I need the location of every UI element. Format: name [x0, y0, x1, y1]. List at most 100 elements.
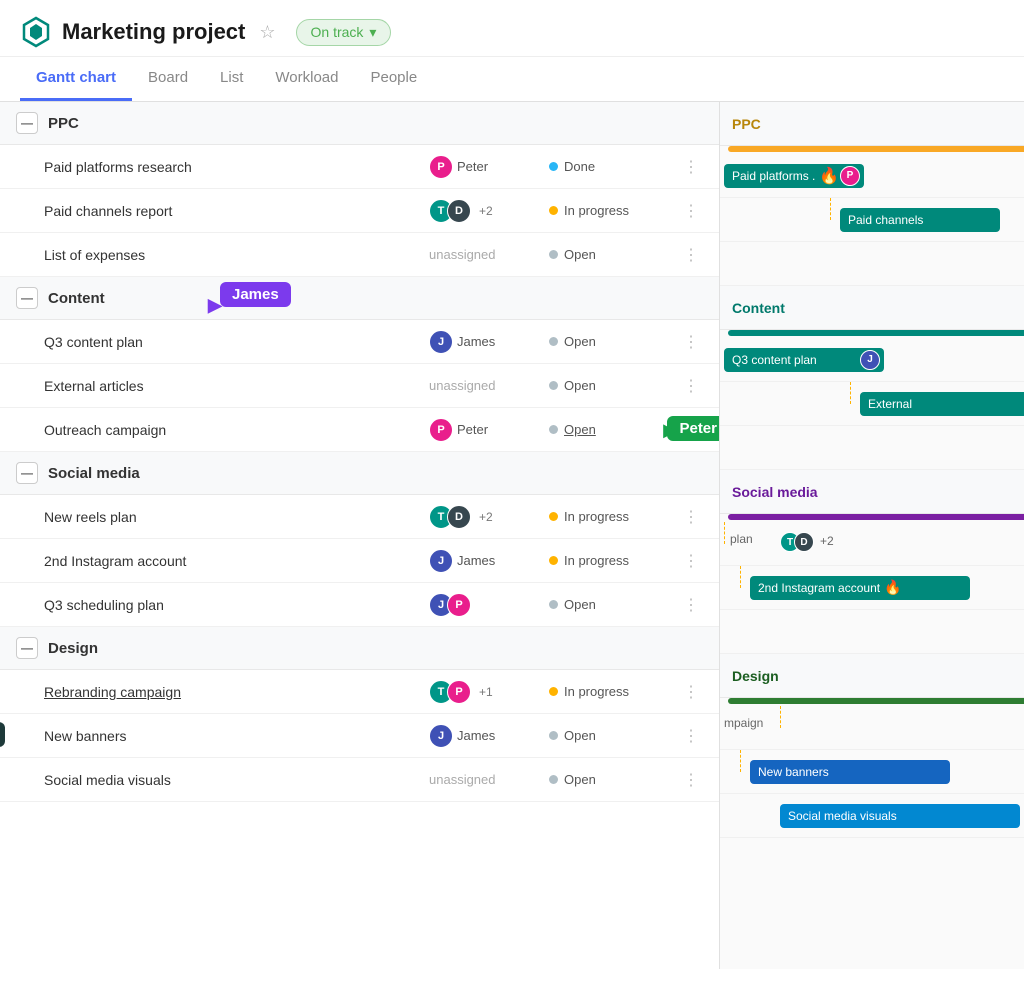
gantt-connector: [850, 382, 851, 404]
gantt-design-bar: [728, 698, 1024, 704]
more-options-button[interactable]: ⋮: [679, 507, 703, 527]
section-social-label: Social media: [48, 465, 140, 482]
chevron-down-icon: ▾: [369, 24, 376, 41]
more-options-button[interactable]: ⋮: [679, 332, 703, 352]
status-label: On track: [311, 24, 364, 40]
gantt-label: plan: [730, 532, 753, 546]
gantt-connector: [780, 706, 781, 728]
avatar-stack: T D: [780, 532, 814, 552]
avatar: J: [860, 350, 880, 370]
gantt-row: Paid platforms . 🔥 P: [720, 154, 1024, 198]
table-row: Social media visuals unassigned Open ⋮: [0, 758, 719, 802]
more-options-button[interactable]: ⋮: [679, 551, 703, 571]
gantt-row: plan T D +2: [720, 522, 1024, 566]
table-row: Q3 scheduling plan J P Open ⋮: [0, 583, 719, 627]
status-cell: In progress: [549, 553, 679, 568]
more-options-button[interactable]: ⋮: [679, 770, 703, 790]
gantt-bar-social-visuals: Social media visuals: [780, 804, 1020, 828]
collapse-social[interactable]: —: [16, 462, 38, 484]
avatar: P: [840, 166, 860, 186]
avatar-stack: T D: [429, 505, 471, 529]
assignee-cell: T D +2: [429, 199, 549, 223]
task-name: External articles: [44, 378, 429, 394]
gantt-bar-paid-platforms: Paid platforms . 🔥 P: [724, 164, 864, 188]
assignee-cell: J James: [429, 724, 549, 748]
gantt-panel: PPC Paid platforms . 🔥 P Paid channels: [720, 102, 1024, 969]
status-badge[interactable]: On track ▾: [296, 19, 392, 46]
table-row: List of expenses unassigned Open ⋮: [0, 233, 719, 277]
more-options-button[interactable]: ⋮: [679, 157, 703, 177]
task-name: List of expenses: [44, 247, 429, 263]
task-name: Q3 content plan: [44, 334, 429, 350]
section-content: — Content James ▶: [0, 277, 719, 320]
task-name: Paid platforms research: [44, 159, 429, 175]
gantt-row: [720, 610, 1024, 654]
more-options-button[interactable]: ⋮: [679, 595, 703, 615]
section-ppc-label: PPC: [48, 115, 79, 132]
more-options-button[interactable]: ⋮: [679, 201, 703, 221]
status-dot: [549, 556, 558, 565]
tab-list[interactable]: List: [204, 57, 259, 101]
more-options-button[interactable]: ⋮: [679, 682, 703, 702]
status-cell: Open: [549, 772, 679, 787]
star-icon[interactable]: ☆: [259, 22, 275, 43]
task-name: Paid channels report: [44, 203, 429, 219]
status-cell: Open: [549, 334, 679, 349]
collapse-ppc[interactable]: —: [16, 112, 38, 134]
table-row: David ▶ New banners J James Open ⋮: [0, 714, 719, 758]
gantt-connector: [830, 198, 831, 220]
avatar: P: [429, 155, 453, 179]
avatar: D: [794, 532, 814, 552]
more-options-button[interactable]: ⋮: [679, 726, 703, 746]
status-dot: [549, 775, 558, 784]
table-row: New reels plan T D +2 In progress ⋮: [0, 495, 719, 539]
james-tooltip: James: [220, 282, 291, 307]
assignee-cell: J James: [429, 549, 549, 573]
header: Marketing project ☆ On track ▾: [0, 0, 1024, 57]
status-dot: [549, 425, 558, 434]
more-options-button[interactable]: ⋮: [679, 245, 703, 265]
avatar: D: [447, 505, 471, 529]
section-content-label: Content: [48, 290, 105, 307]
gantt-bar-q3-content: Q3 content plan J: [724, 348, 884, 372]
status-cell: In progress: [549, 509, 679, 524]
gantt-social-bar: [728, 514, 1024, 520]
collapse-design[interactable]: —: [16, 637, 38, 659]
gantt-bar-paid-channels: Paid channels: [840, 208, 1000, 232]
status-cell: Open: [549, 378, 679, 393]
gantt-row: mpaign: [720, 706, 1024, 750]
project-title: Marketing project: [62, 19, 245, 45]
assignee-cell: unassigned: [429, 247, 549, 262]
collapse-content[interactable]: —: [16, 287, 38, 309]
table-row: Q3 content plan J James Open ⋮: [0, 320, 719, 364]
status-cell: In progress: [549, 203, 679, 218]
avatar: P: [447, 680, 471, 704]
gantt-bar-external: External: [860, 392, 1024, 416]
section-design-label: Design: [48, 640, 98, 657]
avatar-stack: T D: [429, 199, 471, 223]
task-name: New reels plan: [44, 509, 429, 525]
more-options-button[interactable]: ⋮: [679, 376, 703, 396]
tab-people[interactable]: People: [354, 57, 433, 101]
assignee-cell: J James: [429, 330, 549, 354]
avatar: J: [429, 549, 453, 573]
gantt-ppc-bar: [728, 146, 1024, 152]
status-dot: [549, 162, 558, 171]
tab-workload[interactable]: Workload: [259, 57, 354, 101]
gantt-section-social: Social media: [720, 470, 1024, 514]
section-social: — Social media: [0, 452, 719, 495]
tab-board[interactable]: Board: [132, 57, 204, 101]
gantt-row: [720, 426, 1024, 470]
status-cell: Done: [549, 159, 679, 174]
tab-gantt[interactable]: Gantt chart: [20, 57, 132, 101]
gantt-row: 2nd Instagram account 🔥: [720, 566, 1024, 610]
gantt-row: External: [720, 382, 1024, 426]
status-dot: [549, 600, 558, 609]
task-name: Q3 scheduling plan: [44, 597, 429, 613]
avatar: P: [447, 593, 471, 617]
gantt-row: [720, 242, 1024, 286]
status-dot: [549, 381, 558, 390]
table-row: Paid platforms research P Peter Done ⋮: [0, 145, 719, 189]
table-row: Paid channels report T D +2 In progress …: [0, 189, 719, 233]
app-logo: [20, 16, 52, 48]
